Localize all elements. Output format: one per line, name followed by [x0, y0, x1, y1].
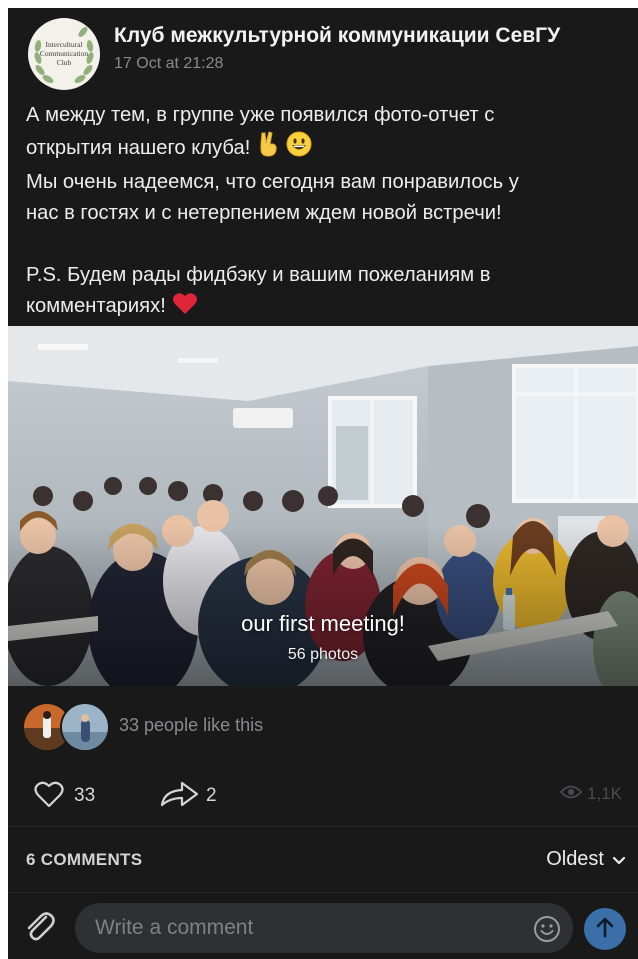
send-button[interactable] [584, 908, 626, 950]
likes-summary[interactable]: 33 people like this [119, 715, 263, 736]
album-title[interactable]: our first meeting! [8, 611, 638, 637]
paperclip-icon[interactable] [22, 909, 58, 945]
like-count: 33 [74, 785, 96, 806]
chevron-down-icon [612, 848, 626, 871]
like-button[interactable]: 33 [34, 780, 95, 812]
group-name[interactable]: Клуб межкультурной коммуникации СевГУ [114, 24, 560, 48]
comments-header: 6 COMMENTS Oldest [8, 838, 638, 884]
eye-icon [559, 784, 583, 804]
grinning-face-icon [286, 131, 312, 167]
views-count: 1,1K [587, 784, 622, 803]
share-arrow-icon [160, 780, 200, 813]
post-date[interactable]: 17 Oct at 21:28 [114, 55, 223, 73]
liker-avatars[interactable] [22, 702, 112, 752]
comment-composer [8, 898, 638, 959]
post-card: Intercultural Communication Club Клуб ме… [8, 8, 638, 959]
post-text: А между тем, в группе уже появился фото-… [26, 100, 626, 325]
smiley-icon[interactable] [533, 915, 561, 943]
share-count: 2 [206, 785, 217, 806]
post-text-line: нас в гостях и с нетерпением ждем новой … [26, 202, 502, 224]
divider [8, 892, 638, 893]
group-avatar[interactable]: Intercultural Communication Club [28, 18, 100, 90]
post-header: Intercultural Communication Club Клуб ме… [8, 8, 638, 98]
post-text-line: комментариях! [26, 295, 166, 317]
heart-icon [34, 780, 64, 813]
comments-sort-select[interactable]: Oldest [546, 848, 626, 871]
avatar-logo-text: Intercultural Communication Club [39, 40, 89, 67]
divider [8, 826, 638, 827]
post-actions: 33 2 1,1K [8, 778, 638, 814]
post-text-line: открытия нашего клуба! [26, 137, 251, 159]
arrow-up-icon [595, 916, 615, 943]
views-counter: 1,1K [559, 784, 622, 804]
album-photo-count: 56 photos [287, 646, 359, 663]
comments-count: 6 COMMENTS [26, 850, 143, 869]
red-heart-icon [172, 291, 198, 325]
victory-hand-icon [256, 131, 280, 167]
post-text-line: P.S. Будем рады фидбэку и вашим пожелани… [26, 264, 491, 286]
sort-label: Oldest [546, 848, 604, 870]
post-text-line: А между тем, в группе уже появился фото-… [26, 104, 495, 126]
share-button[interactable]: 2 [160, 780, 217, 812]
post-text-line: Мы очень надеемся, что сегодня вам понра… [26, 171, 519, 193]
liker-avatar[interactable] [60, 702, 110, 752]
comment-input[interactable] [75, 903, 573, 953]
